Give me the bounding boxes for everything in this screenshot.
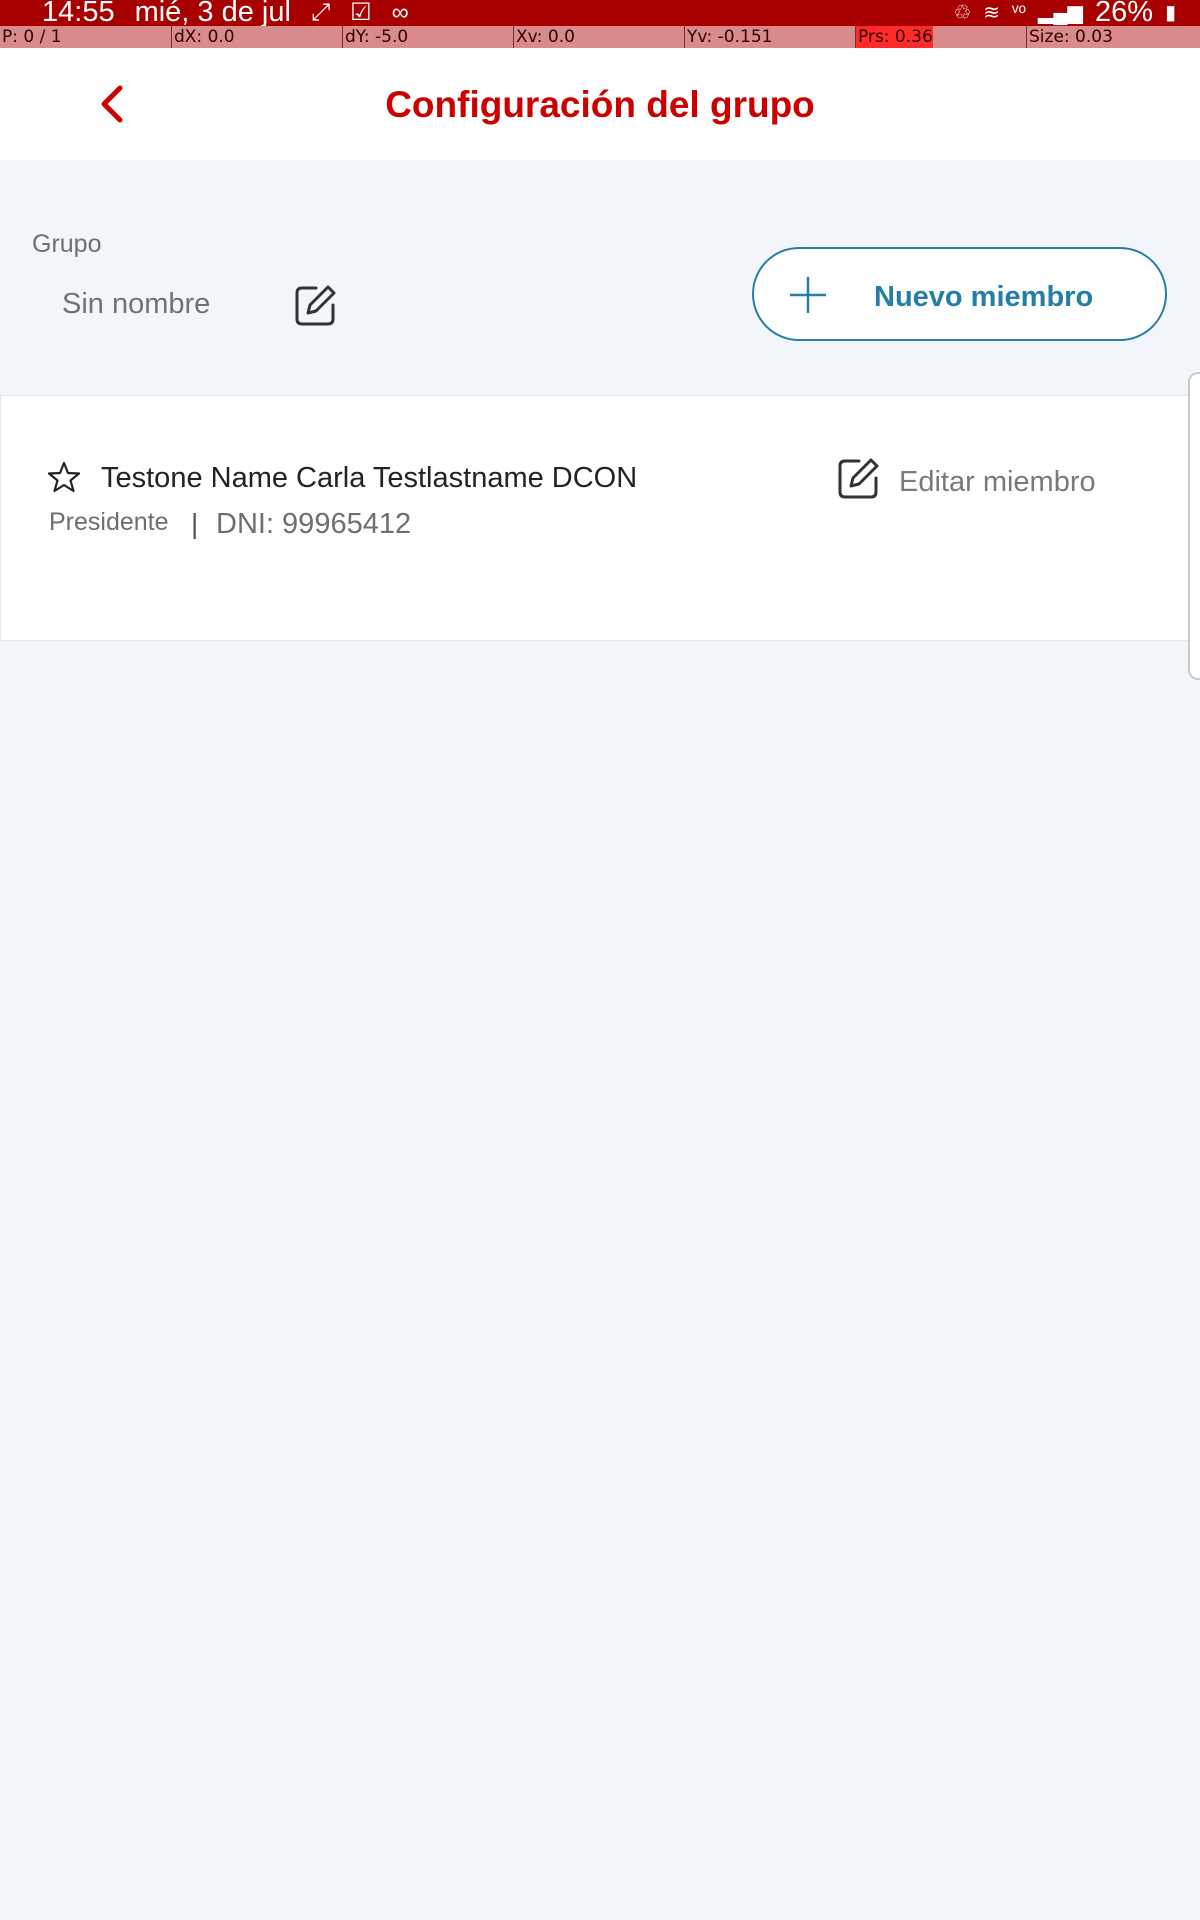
member-dni: DNI: 99965412: [216, 508, 412, 540]
status-bar: 14:55 mié, 3 de jul ⤢ ☑ ∞ ♲ ≋ ᵛᵒ ▂▄▆ 26%…: [0, 0, 1200, 29]
volte-icon: ᵛᵒ: [1012, 1, 1026, 23]
debug-size: Size: 0.03: [1026, 26, 1113, 48]
debug-dx: dX: 0.0: [171, 26, 235, 48]
edit-member-label: Editar miembro: [899, 466, 1096, 498]
debug-xv: Xv: 0.0: [513, 26, 575, 48]
status-bar-right: ♲ ≋ ᵛᵒ ▂▄▆ 26% ▮: [953, 0, 1176, 29]
status-date: mié, 3 de jul: [134, 0, 291, 28]
plus-icon: [790, 277, 826, 313]
member-name: Testone Name Carla Testlastname DCON: [101, 462, 638, 494]
new-member-label: Nuevo miembro: [874, 281, 1094, 313]
new-member-button[interactable]: Nuevo miembro: [752, 247, 1167, 341]
battery-saver-icon: ♲: [953, 2, 972, 24]
member-separator: |: [191, 508, 199, 539]
member-card: Testone Name Carla Testlastname DCON Pre…: [0, 395, 1200, 641]
debug-yv: Yv: -0.151: [684, 26, 772, 48]
edit-member-button[interactable]: Editar miembro: [835, 456, 1135, 516]
edit-icon: [295, 285, 336, 326]
page-title: Configuración del grupo: [385, 84, 815, 125]
debug-pointer-count: P: 0 / 1: [2, 27, 62, 47]
member-role: Presidente: [49, 508, 169, 536]
checkbox-icon: ☑: [350, 0, 372, 26]
nfc-icon: ⤢: [310, 0, 331, 26]
pointer-debug-overlay: P: 0 / 1 dX: 0.0 dY: -5.0 Xv: 0.0 Yv: -0…: [0, 26, 1200, 48]
voicemail-icon: ∞: [391, 0, 409, 26]
group-label: Grupo: [32, 230, 102, 258]
battery-charging-icon: ▮: [1164, 2, 1176, 24]
debug-dy: dY: -5.0: [342, 26, 408, 48]
debug-pressure: Prs: 0.36: [855, 26, 933, 48]
status-time: 14:55: [42, 0, 115, 28]
scroll-indicator[interactable]: [1188, 372, 1200, 680]
wifi-icon: ≋: [983, 2, 1001, 24]
star-outline-icon[interactable]: [47, 460, 81, 494]
status-bar-left: 14:55 mié, 3 de jul ⤢ ☑ ∞: [42, 0, 409, 29]
app-header: Configuración del grupo: [0, 48, 1200, 160]
edit-icon: [838, 458, 879, 499]
battery-level: 26%: [1094, 0, 1153, 28]
group-name: Sin nombre: [62, 288, 211, 320]
signal-icon: ▂▄▆: [1038, 2, 1083, 24]
edit-group-name-button[interactable]: [292, 283, 338, 329]
